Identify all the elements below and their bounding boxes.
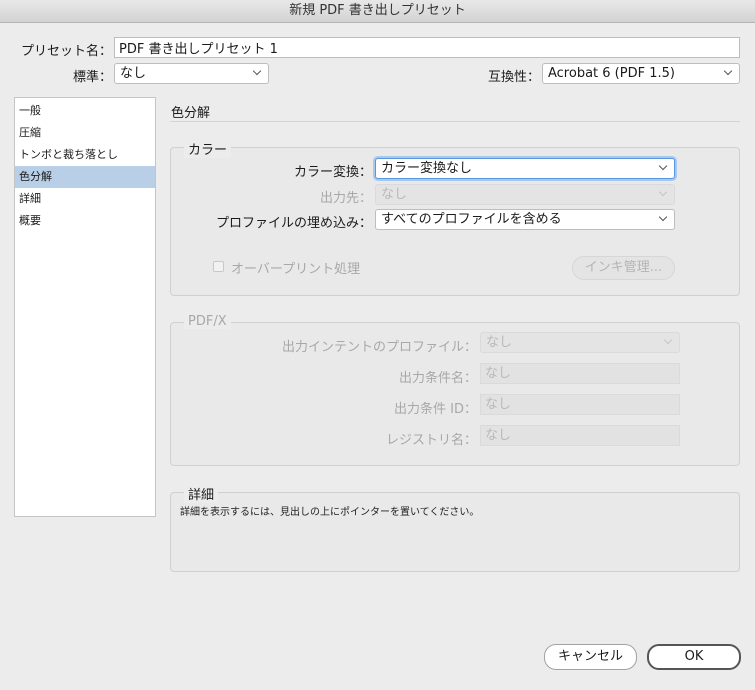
chevron-down-icon: [724, 68, 733, 77]
registry-name-input[interactable]: なし: [480, 425, 680, 446]
ink-manager-button[interactable]: インキ管理...: [572, 256, 675, 280]
output-intent-label: 出力インテントのプロファイル：: [281, 340, 477, 355]
sidebar-item-general[interactable]: 一般: [15, 100, 155, 122]
overprint-checkbox[interactable]: [213, 261, 224, 272]
destination-select[interactable]: なし: [375, 184, 675, 205]
sidebar-item-compression[interactable]: 圧縮: [15, 122, 155, 144]
condition-id-input[interactable]: なし: [480, 394, 680, 415]
profile-inclusion-select[interactable]: すべてのプロファイルを含める: [375, 209, 675, 230]
details-group-title: 詳細: [184, 484, 219, 503]
color-conversion-select[interactable]: カラー変換なし: [375, 158, 675, 179]
details-text: 詳細を表示するには、見出しの上にポインターを置いてください。: [180, 507, 480, 518]
standard-select[interactable]: なし: [114, 63, 269, 84]
output-intent-value: なし: [486, 335, 513, 350]
chevron-down-icon: [659, 189, 668, 198]
category-sidebar: 一般 圧縮 トンボと裁ち落とし 色分解 詳細 概要: [14, 97, 156, 517]
window-title: 新規 PDF 書き出しプリセット: [0, 0, 755, 23]
preset-name-input[interactable]: [114, 37, 740, 58]
chevron-down-icon: [253, 68, 262, 77]
preset-name-label: プリセット名：: [20, 44, 112, 59]
destination-value: なし: [381, 187, 408, 202]
compatibility-select[interactable]: Acrobat 6 (PDF 1.5): [542, 63, 740, 84]
profile-inclusion-label: プロファイルの埋め込み：: [215, 216, 372, 231]
color-conversion-value: カラー変換なし: [381, 161, 473, 176]
profile-inclusion-value: すべてのプロファイルを含める: [381, 212, 562, 227]
destination-label: 出力先：: [319, 191, 372, 206]
chevron-down-icon: [659, 163, 668, 172]
color-conversion-label: カラー変換：: [293, 165, 372, 180]
compatibility-label: 互換性：: [487, 70, 540, 85]
pdfx-group-title: PDF/X: [184, 314, 231, 329]
condition-id-label: 出力条件 ID：: [394, 402, 477, 417]
sidebar-item-output[interactable]: 色分解: [15, 166, 155, 188]
condition-name-label: 出力条件名：: [398, 371, 477, 386]
cancel-button[interactable]: キャンセル: [544, 644, 637, 670]
chevron-down-icon: [664, 337, 673, 346]
output-intent-select[interactable]: なし: [480, 332, 680, 353]
sidebar-item-summary[interactable]: 概要: [15, 210, 155, 232]
sidebar-item-marks-bleeds[interactable]: トンボと裁ち落とし: [15, 144, 155, 166]
ok-button[interactable]: OK: [647, 644, 741, 670]
color-group-title: カラー: [184, 139, 232, 158]
registry-name-label: レジストリ名：: [385, 433, 477, 448]
chevron-down-icon: [659, 214, 668, 223]
overprint-label: オーバープリント処理: [231, 262, 361, 277]
panel-title: 色分解: [171, 106, 211, 121]
compatibility-select-value: Acrobat 6 (PDF 1.5): [548, 66, 675, 81]
condition-name-input[interactable]: なし: [480, 363, 680, 384]
sidebar-item-advanced[interactable]: 詳細: [15, 188, 155, 210]
panel-divider: [170, 121, 740, 122]
standard-label: 標準：: [72, 70, 112, 85]
standard-select-value: なし: [120, 66, 147, 81]
